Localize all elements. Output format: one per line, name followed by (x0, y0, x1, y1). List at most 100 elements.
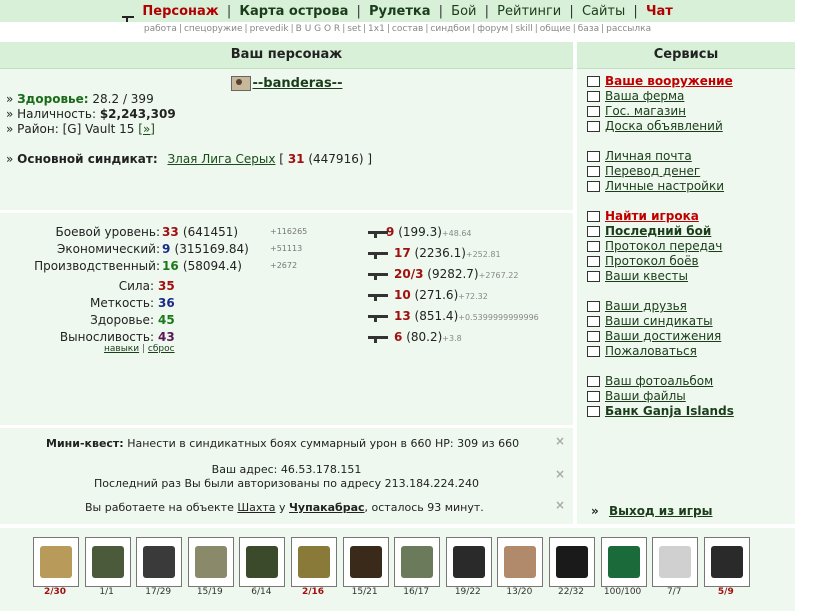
service-link[interactable]: Ваши квесты (605, 269, 688, 283)
service-item: Ваши достижения (587, 329, 721, 344)
sub-nav-link[interactable]: спецоружие (184, 24, 243, 34)
service-link[interactable]: Личная почта (605, 149, 692, 163)
avatar (230, 76, 251, 91)
service-link[interactable]: Ваш фотоальбом (605, 374, 713, 388)
level-economic: Экономический: 9 (315169.84) +51113 (57, 242, 303, 256)
service-item: Ваша ферма (587, 89, 684, 104)
service-item: Последний бой (587, 224, 711, 239)
nav-roulette[interactable]: Рулетка (369, 4, 430, 19)
sub-nav-link[interactable]: общие (540, 24, 571, 34)
sub-nav-link[interactable]: состав (392, 24, 423, 34)
district-row: » Район: [G] Vault 15 [»] (6, 122, 155, 136)
service-link[interactable]: Найти игрока (605, 209, 699, 223)
sub-nav: работа | спецоружие | prevedik | B U G O R | set… (143, 24, 652, 34)
sub-nav-link[interactable]: база (578, 24, 599, 34)
sub-nav-link[interactable]: рассылка (606, 24, 651, 34)
sub-nav-link[interactable]: skill (515, 24, 532, 34)
service-link[interactable]: Личные настройки (605, 179, 724, 193)
character-panel: Ваш персонаж --banderas-- » Здоровье: 28… (0, 42, 573, 524)
nav-battle[interactable]: Бой (451, 4, 476, 19)
service-link[interactable]: Ваши достижения (605, 329, 721, 343)
inventory-slot[interactable] (291, 537, 337, 587)
exit-link[interactable]: Выход из игры (609, 504, 713, 518)
character-name-link[interactable]: --banderas-- (253, 76, 343, 91)
close-icon[interactable]: × (555, 434, 565, 448)
device-icon (143, 546, 176, 578)
service-link[interactable]: Ваша ферма (605, 89, 684, 103)
grenade-launcher-icon (368, 334, 390, 343)
service-item: Протокол передач (587, 239, 722, 254)
service-link[interactable]: Последний бой (605, 224, 711, 238)
mini-quest-label: Мини-квест: (46, 437, 124, 450)
settings-icon (587, 181, 600, 192)
weapon-skill-row: 9 (199.3)+48.64 (368, 222, 472, 242)
close-icon[interactable]: × (555, 498, 565, 512)
transfer-icon (587, 166, 600, 177)
helmet-icon (194, 546, 227, 578)
mini-quest-text: Нанести в синдикатных боях суммарный уро… (127, 437, 520, 450)
inventory-slot[interactable] (33, 537, 79, 587)
battle-icon (587, 226, 600, 237)
syndicate-icon (587, 316, 600, 327)
inventory-slot[interactable] (136, 537, 183, 587)
district-link[interactable]: [»] (138, 122, 155, 136)
shop-icon (587, 106, 600, 117)
service-link[interactable]: Банк Ganja Islands (605, 404, 734, 418)
sub-nav-link[interactable]: 1x1 (368, 24, 385, 34)
work-owner-link[interactable]: Чупакабрас (289, 501, 364, 514)
sub-nav-link[interactable]: синдбои (430, 24, 470, 34)
vest-icon (246, 546, 279, 578)
work-object-link[interactable]: Шахта (237, 501, 275, 514)
nav-character[interactable]: Персонаж (142, 4, 218, 19)
nav-chat[interactable]: Чат (646, 4, 673, 19)
inventory-slot[interactable] (445, 537, 492, 587)
service-link[interactable]: Протокол боёв (605, 254, 699, 268)
inventory-slot[interactable] (703, 537, 750, 587)
inventory-slot[interactable] (652, 537, 699, 587)
service-link[interactable]: Перевод денег (605, 164, 700, 178)
inventory-durability: 22/32 (558, 587, 584, 597)
sub-nav-link[interactable]: prevedik (250, 24, 289, 34)
rifle-icon (40, 546, 72, 578)
nav-island-map[interactable]: Карта острова (239, 4, 348, 19)
service-item: Личные настройки (587, 179, 724, 194)
inventory-slot[interactable] (239, 537, 286, 587)
machine-gun-icon (368, 292, 390, 301)
syndicate-link[interactable]: Злая Лига Серых (167, 152, 275, 166)
service-link[interactable]: Протокол передач (605, 239, 722, 253)
inventory-slot[interactable] (600, 537, 647, 587)
service-link[interactable]: Ваши синдикаты (605, 314, 713, 328)
sub-nav-link[interactable]: форум (477, 24, 508, 34)
service-link[interactable]: Ваше вооружение (605, 74, 733, 88)
inventory-slot[interactable] (342, 537, 389, 587)
close-icon[interactable]: × (555, 467, 565, 481)
sub-nav-link[interactable]: set (347, 24, 361, 34)
service-link[interactable]: Ваши друзья (605, 299, 687, 313)
mail-icon (587, 151, 600, 162)
badge-icon (607, 546, 640, 578)
cash-row: » Наличность: $2,243,309 (6, 107, 176, 121)
inventory-durability: 7/7 (666, 587, 682, 597)
weapon-skill-row: 6 (80.2)+3.8 (368, 327, 462, 347)
weapon-skill-row: 17 (2236.1)+252.81 (368, 243, 501, 263)
service-link[interactable]: Доска объявлений (605, 119, 723, 133)
service-link[interactable]: Пожаловаться (605, 344, 697, 358)
inventory-slot[interactable] (84, 537, 131, 587)
nav-ratings[interactable]: Рейтинги (497, 4, 561, 19)
skills-links: навыки | сброс (104, 344, 175, 354)
grenade-icon (91, 546, 124, 578)
sub-nav-link[interactable]: B U G O R (296, 24, 341, 34)
files-icon (587, 391, 600, 402)
service-link[interactable]: Гос. магазин (605, 104, 686, 118)
syndicate-label: Основной синдикат: (17, 152, 158, 166)
nav-sites[interactable]: Сайты (582, 4, 625, 19)
inventory-slot[interactable] (187, 537, 234, 587)
skills-link[interactable]: навыки (104, 344, 139, 354)
inventory-slot[interactable] (497, 537, 544, 587)
inventory-slot[interactable] (394, 537, 441, 587)
inventory-slot[interactable] (549, 537, 595, 587)
service-link[interactable]: Ваши файлы (605, 389, 686, 403)
sub-nav-link[interactable]: работа (144, 24, 177, 34)
inventory-durability: 16/17 (403, 587, 430, 597)
reset-link[interactable]: сброс (148, 344, 175, 354)
